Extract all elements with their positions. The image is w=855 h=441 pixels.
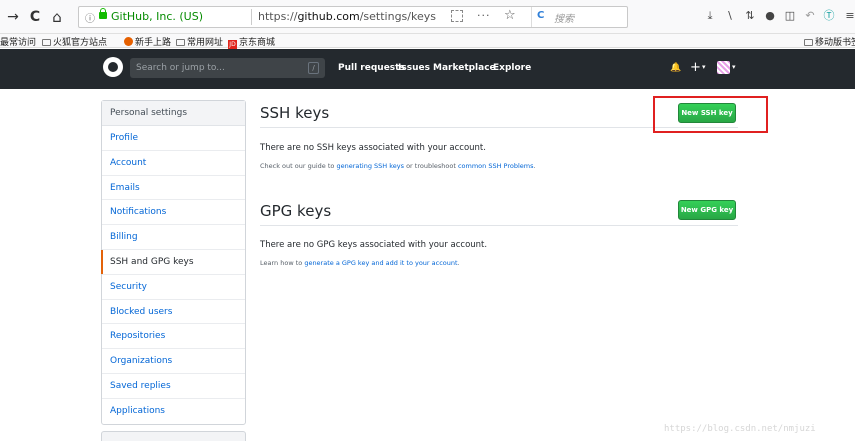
firefox-icon	[124, 37, 133, 46]
bookmark-label: 京东商城	[239, 38, 276, 48]
library-icon[interactable]: \	[723, 9, 737, 23]
arrow-forward-icon[interactable]: →	[4, 8, 22, 26]
reload-icon[interactable]: C	[26, 8, 44, 26]
note-text: Check out our guide to	[260, 162, 337, 170]
note-text: .	[457, 259, 460, 267]
sidebar-item-organizations[interactable]: Organizations	[102, 349, 245, 374]
nav-pull-requests[interactable]: Pull requests	[338, 63, 405, 73]
jd-icon: JD	[228, 40, 237, 49]
bookmark-firefox-official[interactable]: 火狐官方站点	[42, 35, 107, 48]
generate-gpg-key-link[interactable]: generate a GPG key and add it to your ac…	[304, 259, 457, 267]
sidebar-item-account[interactable]: Account	[102, 151, 245, 176]
note-text: .	[533, 162, 536, 170]
folder-icon	[176, 39, 185, 46]
sync-icon[interactable]: ⇅	[743, 9, 757, 23]
plus-icon[interactable]: +	[690, 61, 701, 75]
bookmark-label: 火狐官方站点	[53, 38, 108, 48]
sidebar-item-repositories[interactable]: Repositories	[102, 324, 245, 350]
sidebar-item-saved-replies[interactable]: Saved replies	[102, 374, 245, 399]
url-host: github.com	[297, 10, 360, 23]
note-text: Learn how to	[260, 259, 305, 267]
bookmark-common-sites[interactable]: 常用网址	[176, 35, 223, 48]
ssh-keys-title: SSH keys	[260, 104, 330, 122]
lock-icon	[99, 8, 107, 19]
github-search[interactable]: /	[130, 58, 325, 78]
bookmark-label: 最常访问	[0, 38, 37, 48]
bookmark-most-visited[interactable]: 最常访问	[0, 35, 36, 48]
sidebar-item-profile[interactable]: Profile	[102, 126, 245, 151]
sidebar-item-ssh-gpg-keys[interactable]: SSH and GPG keys	[101, 249, 245, 275]
new-gpg-key-button[interactable]: New GPG key	[678, 200, 736, 220]
screenshot-icon[interactable]: ◫	[783, 9, 797, 23]
ssh-help-note: Check out our guide to generating SSH ke…	[260, 162, 536, 170]
browser-toolbar: → C ⌂ ⓘ GitHub, Inc. (US) https://github…	[0, 0, 855, 34]
section-divider	[260, 225, 738, 226]
gpg-help-note: Learn how to generate a GPG key and add …	[260, 259, 460, 267]
common-ssh-problems-link[interactable]: common SSH Problems	[458, 162, 534, 170]
sidebar-item-emails[interactable]: Emails	[102, 176, 245, 201]
translate-icon[interactable]: Ⓣ	[822, 9, 836, 23]
site-identity[interactable]: GitHub, Inc. (US)	[111, 10, 203, 23]
url-divider	[251, 9, 252, 25]
chevron-down-icon[interactable]: ▾	[702, 63, 706, 71]
search-engine-icon: C	[537, 10, 545, 21]
sidebar-item-applications[interactable]: Applications	[102, 399, 245, 424]
nav-issues[interactable]: Issues	[398, 63, 430, 73]
ssh-empty-message: There are no SSH keys associated with yo…	[260, 143, 486, 153]
info-icon[interactable]: ⓘ	[85, 10, 95, 25]
highlight-annotation	[653, 96, 768, 133]
settings-sidebar: Personal settings Profile Account Emails…	[101, 100, 246, 425]
mobile-bookmarks-icon	[804, 39, 813, 46]
slash-shortcut-icon: /	[308, 62, 319, 74]
qr-code-icon[interactable]	[451, 10, 463, 22]
bookmark-getting-started[interactable]: 新手上路	[124, 35, 171, 48]
bookmark-label: 常用网址	[187, 38, 224, 48]
bookmark-label: 新手上路	[135, 38, 172, 48]
bookmark-jd[interactable]: JD 京东商城	[228, 35, 275, 49]
watermark: https://blog.csdn.net/nmjuzi	[664, 424, 816, 434]
bookmark-star-icon[interactable]: ☆	[504, 8, 516, 23]
bookmark-label: 移动版书签	[815, 38, 855, 48]
note-text: or troubleshoot	[404, 162, 458, 170]
browser-search-box[interactable]: C 搜索	[531, 7, 707, 27]
generating-ssh-keys-link[interactable]: generating SSH keys	[336, 162, 404, 170]
github-search-input[interactable]	[130, 58, 305, 78]
sidebar-item-blocked-users[interactable]: Blocked users	[102, 300, 245, 325]
github-octocat-icon[interactable]	[103, 57, 123, 77]
folder-icon	[42, 39, 51, 46]
github-header: / Pull requests Issues Marketplace Explo…	[0, 49, 855, 89]
bookmark-mobile[interactable]: 移动版书签	[804, 35, 855, 48]
chevron-down-icon[interactable]: ▾	[732, 63, 736, 71]
undo-icon[interactable]: ↶	[803, 9, 817, 23]
browser-search-placeholder: 搜索	[554, 14, 574, 25]
url-text[interactable]: https://github.com/settings/keys	[258, 10, 436, 23]
nav-marketplace[interactable]: Marketplace	[433, 63, 496, 73]
sidebar-item-billing[interactable]: Billing	[102, 225, 245, 250]
url-bar[interactable]: ⓘ GitHub, Inc. (US) https://github.com/s…	[78, 6, 628, 28]
sidebar-item-notifications[interactable]: Notifications	[102, 200, 245, 226]
sidebar-header: Personal settings	[102, 101, 245, 126]
bookmarks-bar: 最常访问 火狐官方站点 新手上路 常用网址 JD京东商城 移动版书签	[0, 34, 855, 49]
download-icon[interactable]: ⤓	[703, 9, 717, 23]
menu-icon[interactable]: ≡	[843, 9, 855, 23]
more-icon[interactable]: ···	[477, 9, 491, 22]
gpg-keys-title: GPG keys	[260, 202, 332, 220]
chat-icon[interactable]: ●	[763, 9, 777, 23]
avatar[interactable]	[717, 61, 730, 74]
gpg-empty-message: There are no GPG keys associated with yo…	[260, 240, 488, 250]
sidebar-item-security[interactable]: Security	[102, 275, 245, 300]
url-prefix: https://	[258, 10, 298, 23]
nav-explore[interactable]: Explore	[493, 63, 531, 73]
url-path: /settings/keys	[359, 10, 436, 23]
bell-icon[interactable]: 🔔	[670, 61, 681, 75]
home-icon[interactable]: ⌂	[48, 8, 66, 26]
developer-settings-box	[101, 431, 246, 441]
